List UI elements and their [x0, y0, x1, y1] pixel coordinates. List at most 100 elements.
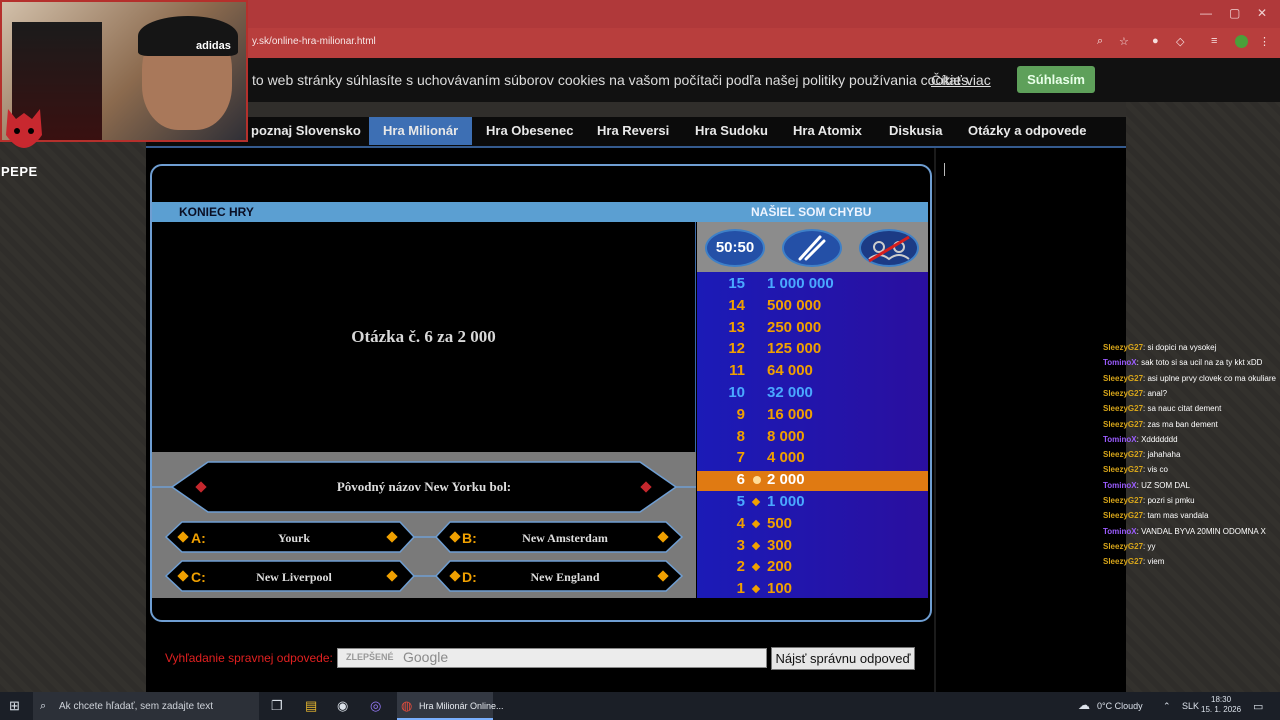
cap-logo: adidas	[196, 40, 231, 52]
channel-logo-icon	[6, 109, 42, 148]
search-icon: ⌕	[40, 700, 47, 712]
lifeline-audience-button[interactable]	[859, 229, 919, 267]
chat-text: : sa nauc citat dement	[1143, 404, 1222, 413]
maximize-button[interactable]: ▢	[1229, 6, 1240, 20]
tray-chevron-icon[interactable]: ⌃	[1163, 701, 1171, 712]
chat-username[interactable]: TominoX	[1103, 358, 1137, 367]
prize-amount: 250 000	[767, 319, 822, 336]
weather-text[interactable]: 0°C Cloudy	[1097, 701, 1143, 711]
steam-icon[interactable]: ◉	[337, 698, 348, 714]
end-game-link[interactable]: KONIEC HRY	[179, 205, 254, 219]
prize-marker-icon	[751, 584, 761, 594]
answer-b-letter[interactable]: B:	[462, 530, 477, 546]
chat-text: : si dopici na vysokej	[1143, 343, 1217, 352]
channel-name: PEPE	[1, 164, 38, 179]
nav-otazky-a-odpovede[interactable]: Otázky a odpovede	[968, 117, 1086, 145]
chat-text: : vis co	[1143, 465, 1168, 474]
prize-amount: 64 000	[767, 362, 813, 379]
chat-username[interactable]: SleezyG27	[1103, 420, 1143, 429]
chat-text: : zas ma ban dement	[1143, 420, 1218, 429]
file-explorer-icon[interactable]: ▤	[305, 698, 317, 714]
answer-d[interactable]: New England	[490, 570, 640, 585]
chat-username[interactable]: SleezyG27	[1103, 557, 1143, 566]
answer-b[interactable]: New Amsterdam	[490, 531, 640, 546]
report-error-link[interactable]: NAŠIEL SOM CHYBU	[751, 205, 871, 219]
nav-hra-sudoku[interactable]: Hra Sudoku	[695, 117, 768, 145]
taskbar-clock[interactable]: 18:30 15. 1. 2026	[1201, 695, 1241, 715]
close-button[interactable]: ✕	[1257, 6, 1267, 20]
prize-row: 3 300	[697, 537, 928, 557]
prize-level: 15	[728, 275, 745, 292]
more-icon[interactable]: ⋮	[1259, 35, 1270, 48]
chat-username[interactable]: SleezyG27	[1103, 404, 1143, 413]
search-brand-text: ZLEPŠENÉ	[346, 652, 394, 662]
prize-level: 13	[728, 319, 745, 336]
chat-username[interactable]: SleezyG27	[1103, 542, 1143, 551]
chat-username[interactable]: SleezyG27	[1103, 374, 1143, 383]
taskbar-app-title[interactable]: Hra Milionár Online...	[419, 701, 504, 711]
audience-icon	[868, 235, 910, 263]
chat-text: : yy	[1143, 542, 1156, 551]
prize-level: 10	[728, 384, 745, 401]
nav-hra-milionar[interactable]: Hra Milionár	[369, 117, 473, 145]
chat-message: SleezyG27: si dopici na vysokej	[1103, 343, 1216, 352]
find-answer-button[interactable]: Nájsť správnu odpoveď	[771, 647, 915, 670]
puzzle-icon[interactable]: ◇	[1176, 35, 1184, 48]
chat-username[interactable]: TominoX	[1103, 435, 1137, 444]
cookie-read-more-link[interactable]: Čítať viac	[931, 72, 991, 88]
minimize-button[interactable]: —	[1200, 6, 1212, 20]
bookmark-star-icon[interactable]: ☆	[1119, 35, 1129, 48]
prize-amount: 200	[767, 558, 793, 575]
nav-hra-reversi[interactable]: Hra Reversi	[597, 117, 669, 145]
chat-username[interactable]: TominoX	[1103, 481, 1137, 490]
chrome-icon: ◍	[401, 698, 413, 713]
discord-icon[interactable]: ◎	[370, 698, 381, 714]
prize-amount: 8 000	[767, 428, 805, 445]
chat-text: : sak toto si sa ucil na za ty kkt xDD	[1136, 358, 1263, 367]
chat-text: : VANDAL BYVA 20MIN ODOMNA X	[1136, 527, 1266, 536]
nav-hra-obesenec[interactable]: Hra Obesenec	[486, 117, 573, 145]
answer-a-letter[interactable]: A:	[191, 530, 206, 546]
prize-row: 15 1 000 000	[697, 275, 928, 295]
answer-c[interactable]: New Liverpool	[220, 570, 368, 585]
chat-text: : UZ SOM DAL	[1136, 481, 1190, 490]
chat-username[interactable]: SleezyG27	[1103, 450, 1143, 459]
answer-c-letter[interactable]: C:	[191, 569, 206, 585]
language-indicator[interactable]: SLK	[1182, 701, 1199, 711]
chat-text: : viem	[1143, 557, 1165, 566]
zoom-icon[interactable]: ⌕	[1097, 35, 1103, 48]
notifications-icon[interactable]: ▭	[1253, 700, 1263, 713]
profile-avatar[interactable]	[1235, 35, 1248, 48]
nav-poznaj-slovensko[interactable]: poznaj Slovensko	[251, 117, 361, 145]
chat-username[interactable]: SleezyG27	[1103, 465, 1143, 474]
chat-text: : tam mas vandala	[1143, 511, 1209, 520]
lifeline-fifty-fifty-button[interactable]: 50:50	[705, 229, 765, 267]
task-view-icon[interactable]: ❐	[271, 698, 283, 714]
chat-username[interactable]: SleezyG27	[1103, 389, 1143, 398]
windows-start-icon[interactable]: ⊞	[9, 698, 20, 714]
cookie-accept-button[interactable]: Súhlasím	[1017, 66, 1095, 93]
nav-diskusia[interactable]: Diskusia	[889, 117, 942, 145]
menu-list-icon[interactable]: ≡	[1211, 35, 1217, 47]
prize-row: 13 250 000	[697, 319, 928, 339]
chat-username[interactable]: SleezyG27	[1103, 343, 1143, 352]
chat-username[interactable]: SleezyG27	[1103, 496, 1143, 505]
url-text[interactable]: y.sk/online-hra-milionar.html	[252, 36, 376, 47]
question-number-title: Otázka č. 6 za 2 000	[351, 327, 496, 346]
search-input[interactable]	[337, 648, 767, 668]
nav-hra-atomix[interactable]: Hra Atomix	[793, 117, 862, 145]
lifeline-phone-button[interactable]	[782, 229, 842, 267]
chat-username[interactable]: SleezyG27	[1103, 511, 1143, 520]
prize-level: 1	[736, 580, 745, 597]
prize-row: 12 125 000	[697, 340, 928, 360]
taskbar-search-placeholder[interactable]: Ak chcete hľadať, sem zadajte text	[59, 701, 213, 712]
answer-d-letter[interactable]: D:	[462, 569, 477, 585]
chat-message: SleezyG27: tam mas vandala	[1103, 511, 1208, 520]
chat-username[interactable]: TominoX	[1103, 527, 1137, 536]
prize-amount: 1 000 000	[767, 275, 834, 292]
extension-icon[interactable]: ●	[1152, 35, 1159, 47]
prize-row: 1 100	[697, 580, 928, 600]
prize-level: 12	[728, 340, 745, 357]
answer-a[interactable]: Yourk	[220, 531, 368, 546]
cookie-text: to web stránky súhlasíte s uchovávaním s…	[252, 72, 973, 88]
